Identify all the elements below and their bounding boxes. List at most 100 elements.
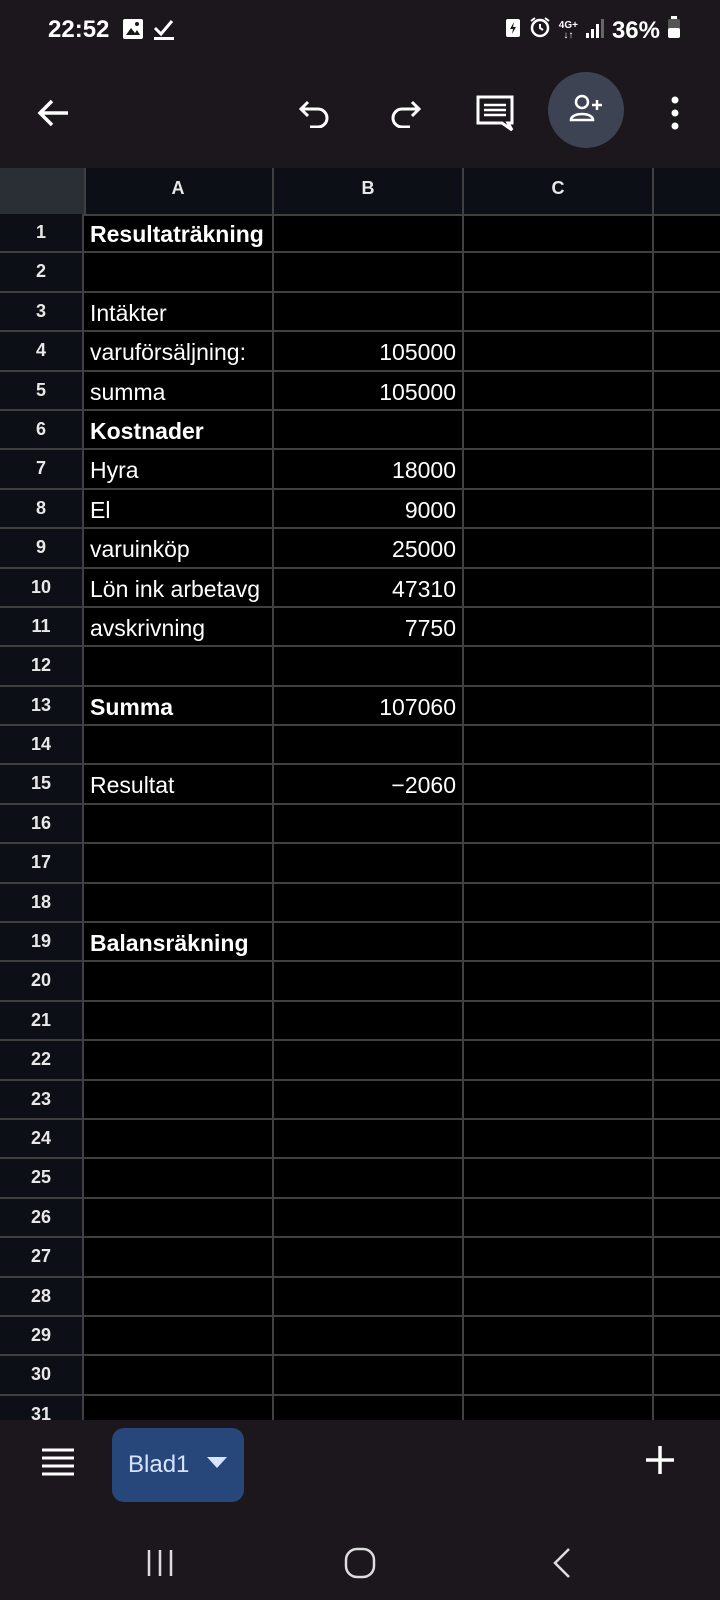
cell-b4[interactable]: 105000 — [274, 332, 464, 370]
cell-d4[interactable] — [654, 332, 720, 369]
cell-a28[interactable] — [84, 1277, 274, 1315]
cell-c27[interactable] — [464, 1238, 654, 1276]
cell-a13[interactable]: Summa — [84, 686, 274, 725]
cell-a31[interactable] — [84, 1395, 274, 1420]
cell-c21[interactable] — [464, 1001, 654, 1040]
cell-c28[interactable] — [464, 1277, 654, 1315]
cell-b18[interactable] — [274, 883, 464, 922]
cell-c11[interactable] — [464, 607, 654, 646]
cell-a23[interactable] — [84, 1080, 274, 1118]
row-header[interactable]: 15 — [0, 765, 84, 803]
cell-b6[interactable] — [274, 410, 464, 449]
cell-d3[interactable] — [654, 293, 720, 330]
cell-b22[interactable] — [274, 1041, 464, 1079]
row-header[interactable]: 12 — [0, 647, 84, 685]
cell-a21[interactable] — [84, 1001, 274, 1040]
cell-a17[interactable] — [84, 844, 274, 882]
spreadsheet-grid[interactable]: A B C 1 Resultaträkning 2 3 Intäkter 4 varuför… — [0, 168, 720, 1420]
row-header[interactable]: 21 — [0, 1001, 84, 1040]
row-header[interactable]: 2 — [0, 253, 84, 291]
cell-d15[interactable] — [654, 765, 720, 802]
column-header-c[interactable]: C — [464, 168, 654, 214]
cell-c30[interactable] — [464, 1356, 654, 1394]
share-button[interactable] — [548, 72, 624, 148]
row-header[interactable]: 11 — [0, 607, 84, 646]
cell-c19[interactable] — [464, 923, 654, 961]
home-button[interactable] — [320, 1530, 400, 1600]
cell-c22[interactable] — [464, 1041, 654, 1079]
cell-b10[interactable]: 47310 — [274, 568, 464, 606]
select-all-corner[interactable] — [0, 168, 86, 214]
cell-c4[interactable] — [464, 332, 654, 370]
row-header[interactable]: 23 — [0, 1080, 84, 1118]
cell-d16[interactable] — [654, 805, 720, 842]
row-header[interactable]: 31 — [0, 1395, 84, 1420]
cell-c29[interactable] — [464, 1316, 654, 1355]
cell-b30[interactable] — [274, 1356, 464, 1394]
cell-a15[interactable]: Resultat — [84, 765, 274, 803]
cell-c23[interactable] — [464, 1080, 654, 1118]
cell-d18[interactable] — [654, 884, 720, 921]
cell-b2[interactable] — [274, 253, 464, 291]
cell-d1[interactable] — [654, 214, 720, 251]
cell-d30[interactable] — [654, 1356, 720, 1393]
cell-b24[interactable] — [274, 1119, 464, 1158]
row-header[interactable]: 13 — [0, 686, 84, 725]
row-header[interactable]: 27 — [0, 1238, 84, 1276]
cell-c14[interactable] — [464, 726, 654, 764]
cell-b12[interactable] — [274, 647, 464, 685]
cell-a11[interactable]: avskrivning — [84, 607, 274, 646]
cell-d14[interactable] — [654, 726, 720, 763]
recent-apps-button[interactable] — [120, 1530, 200, 1600]
cell-b19[interactable] — [274, 923, 464, 961]
cell-b1[interactable] — [274, 214, 464, 252]
cell-b20[interactable] — [274, 962, 464, 1000]
row-header[interactable]: 10 — [0, 568, 84, 606]
cell-d7[interactable] — [654, 450, 720, 487]
column-header-b[interactable]: B — [274, 168, 464, 214]
cell-b14[interactable] — [274, 726, 464, 764]
cell-a10[interactable]: Lön ink arbetavg — [84, 568, 274, 606]
column-header-d[interactable] — [654, 168, 720, 214]
row-header[interactable]: 4 — [0, 332, 84, 370]
cell-d21[interactable] — [654, 1002, 720, 1039]
row-header[interactable]: 20 — [0, 962, 84, 1000]
cell-d26[interactable] — [654, 1199, 720, 1236]
cell-c9[interactable] — [464, 529, 654, 567]
cell-a22[interactable] — [84, 1041, 274, 1079]
cell-d20[interactable] — [654, 962, 720, 999]
cell-b9[interactable]: 25000 — [274, 529, 464, 567]
cell-b23[interactable] — [274, 1080, 464, 1118]
comments-button[interactable] — [460, 62, 530, 168]
cell-b27[interactable] — [274, 1238, 464, 1276]
row-header[interactable]: 5 — [0, 371, 84, 409]
cell-c8[interactable] — [464, 489, 654, 528]
cell-c6[interactable] — [464, 410, 654, 449]
row-header[interactable]: 22 — [0, 1041, 84, 1079]
sheet-tab-blad1[interactable]: Blad1 — [112, 1428, 244, 1502]
chevron-down-icon[interactable] — [207, 1456, 228, 1474]
more-options-button[interactable] — [640, 62, 710, 168]
cell-d9[interactable] — [654, 529, 720, 566]
row-header[interactable]: 8 — [0, 489, 84, 528]
cell-b29[interactable] — [274, 1316, 464, 1355]
cell-a24[interactable] — [84, 1119, 274, 1158]
cell-b8[interactable]: 9000 — [274, 489, 464, 528]
cell-d17[interactable] — [654, 844, 720, 881]
cell-b31[interactable] — [274, 1395, 464, 1420]
cell-c31[interactable] — [464, 1395, 654, 1420]
cell-d8[interactable] — [654, 490, 720, 527]
cell-b13[interactable]: 107060 — [274, 686, 464, 725]
cell-a30[interactable] — [84, 1356, 274, 1394]
add-sheet-button[interactable] — [644, 1444, 676, 1481]
cell-c1[interactable] — [464, 214, 654, 252]
cell-a9[interactable]: varuinköp — [84, 529, 274, 567]
cell-d19[interactable] — [654, 923, 720, 960]
cell-c26[interactable] — [464, 1198, 654, 1237]
row-header[interactable]: 14 — [0, 726, 84, 764]
cell-b5[interactable]: 105000 — [274, 371, 464, 409]
cell-c24[interactable] — [464, 1119, 654, 1158]
cell-d31[interactable] — [654, 1396, 720, 1420]
cell-c16[interactable] — [464, 804, 654, 843]
row-header[interactable]: 6 — [0, 410, 84, 449]
